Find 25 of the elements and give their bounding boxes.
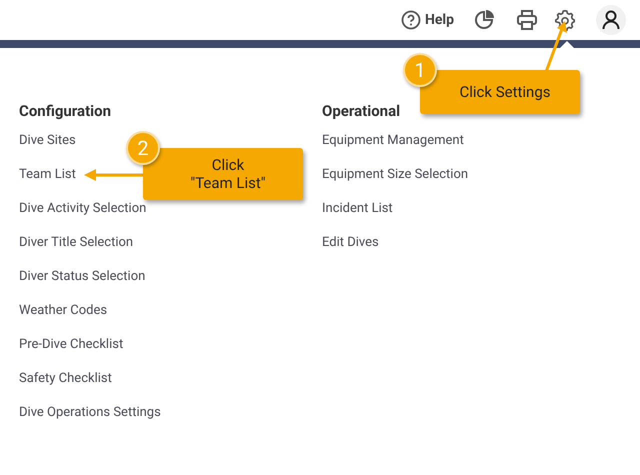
pie-chart-icon[interactable] [474,9,496,31]
menu-link[interactable]: Team List [19,165,76,199]
section-heading: Operational [322,101,402,121]
menu-link[interactable]: Incident List [322,199,393,233]
menu-link[interactable]: Equipment Management [322,131,464,165]
menu-link[interactable]: Safety Checklist [19,369,112,403]
menu-link[interactable]: Weather Codes [19,301,108,335]
pointer-arrow [84,168,146,182]
print-icon[interactable] [516,9,538,31]
menu-link[interactable]: Diver Status Selection [19,267,146,301]
section-heading: Configuration [19,101,112,121]
menu-link[interactable]: Diver Title Selection [19,233,134,267]
settings-icon[interactable] [554,9,576,31]
callout-box: Click Settings [420,70,580,114]
menu-link[interactable]: Pre-Dive Checklist [19,335,124,369]
menu-link[interactable]: Dive Activity Selection [19,199,146,233]
menu-link[interactable]: Equipment Size Selection [322,165,468,199]
help-button[interactable]: Help [400,10,454,30]
user-icon [602,10,620,30]
user-avatar[interactable] [596,5,626,35]
menu-link[interactable]: Edit Dives [322,233,379,267]
help-icon [400,10,421,30]
menu-link[interactable]: Dive Operations Settings [19,403,161,437]
menu-link[interactable]: Dive Sites [19,131,76,165]
step-number: 1 [403,53,437,87]
